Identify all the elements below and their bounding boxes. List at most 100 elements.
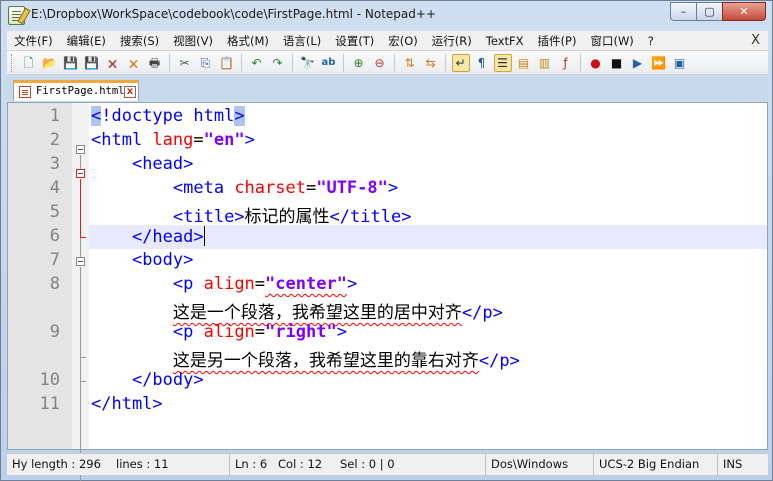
menu-edit[interactable]: 编辑(E) [60, 31, 113, 51]
fold-toggle-head-icon[interactable] [76, 169, 85, 178]
replace-icon[interactable]: ab [320, 54, 338, 72]
toolbar-separator [343, 53, 344, 72]
fold-line [80, 179, 81, 237]
undo-icon[interactable]: ↶ [248, 54, 266, 72]
code-line[interactable]: <title>标记的属性</title> [91, 202, 412, 227]
code-line[interactable]: <html lang="en"> [91, 130, 255, 150]
code-line[interactable]: </html> [91, 394, 163, 414]
doc-map-icon[interactable]: ▥ [536, 54, 554, 72]
line-number-gutter[interactable]: 1 2 3 4 5 6 7 8 9 10 11 [8, 103, 72, 449]
function-list-icon[interactable]: ƒ [557, 54, 575, 72]
code-token: <body> [131, 250, 194, 270]
menu-window[interactable]: 窗口(W) [583, 31, 640, 51]
code-token: "center" [265, 274, 347, 294]
word-wrap-icon[interactable]: ↵ [451, 53, 470, 72]
line-number: 9 [49, 322, 60, 342]
play-macro-icon[interactable]: ▶ [629, 54, 647, 72]
line-number: 1 [49, 106, 60, 126]
sync-vertical-icon[interactable]: ⇅ [401, 54, 419, 72]
fold-margin[interactable] [72, 103, 89, 481]
stop-macro-icon[interactable]: ■ [608, 54, 626, 72]
line-number: 5 [49, 202, 60, 222]
code-token: > [234, 106, 245, 126]
new-file-icon[interactable]: 🗋 [20, 54, 38, 72]
code-token: align [203, 322, 255, 342]
line-number: 3 [49, 154, 60, 174]
code-token: = [254, 322, 266, 342]
code-token: "UTF-8" [316, 178, 388, 198]
menu-macro[interactable]: 宏(O) [381, 31, 425, 51]
code-line[interactable]: 这是一个段落，我希望这里的居中对齐</p> [91, 298, 503, 323]
zoom-in-icon[interactable]: ⊕ [350, 54, 368, 72]
record-macro-icon[interactable]: ● [587, 54, 605, 72]
close-window-button[interactable]: ✕ [722, 2, 766, 21]
paste-icon[interactable]: 📋 [218, 54, 236, 72]
menu-run[interactable]: 运行(R) [425, 31, 479, 51]
code-line[interactable]: <body> [91, 250, 193, 270]
cut-icon[interactable]: ✂ [176, 54, 194, 72]
menu-format[interactable]: 格式(M) [220, 31, 276, 51]
toolbar-separator [169, 53, 170, 72]
redo-icon[interactable]: ↷ [269, 54, 287, 72]
line-number: 7 [49, 250, 60, 270]
menu-textfx[interactable]: TextFX [479, 31, 531, 51]
code-line[interactable]: <p align="center"> [91, 274, 357, 294]
show-all-chars-icon[interactable]: ¶ [473, 54, 491, 72]
status-line-number: Ln : 6 [229, 454, 273, 476]
close-all-icon[interactable]: 🗙 [125, 54, 143, 72]
code-token: align [203, 274, 255, 294]
code-line[interactable]: </head> [91, 226, 205, 247]
zoom-out-icon[interactable]: ⊖ [371, 54, 389, 72]
save-icon[interactable]: 💾 [62, 54, 80, 72]
run-macro-multiple-icon[interactable]: ⏩ [650, 54, 668, 72]
code-token: charset [234, 178, 306, 198]
code-line[interactable]: <head> [91, 154, 193, 174]
copy-icon[interactable]: ⎘ [197, 54, 215, 72]
toolbar-grip[interactable] [11, 53, 14, 72]
menu-help[interactable]: ? [641, 31, 661, 51]
notepadpp-app-icon[interactable] [8, 6, 25, 25]
menu-plugins[interactable]: 插件(P) [531, 31, 584, 51]
menu-view[interactable]: 视图(V) [166, 31, 220, 51]
user-lang-icon[interactable]: ▤ [515, 54, 533, 72]
code-line[interactable]: <p align="right"> [91, 322, 347, 342]
print-icon[interactable]: 🖶 [146, 54, 164, 72]
indent-guide-icon[interactable]: ☰ [493, 53, 512, 72]
line-number: 4 [49, 178, 60, 198]
sync-horizontal-icon[interactable]: ⇆ [422, 54, 440, 72]
fold-line [80, 267, 81, 481]
menu-settings[interactable]: 设置(T) [328, 31, 381, 51]
code-line[interactable]: <meta charset="UTF-8"> [91, 178, 398, 198]
save-all-icon[interactable]: 💾 [83, 54, 101, 72]
close-file-icon[interactable]: 🗙 [104, 54, 122, 72]
code-line[interactable]: </body> [91, 370, 204, 390]
menu-language[interactable]: 语言(L) [276, 31, 328, 51]
code-line[interactable]: 这是另一个段落，我希望这里的靠右对齐</p> [91, 346, 520, 371]
minimize-button[interactable]: – [670, 2, 697, 21]
code-line[interactable]: <!doctype html> [91, 106, 245, 126]
code-token: > [387, 178, 399, 198]
tab-firstpage-html[interactable]: FirstPage.html x [13, 80, 139, 101]
close-document-button[interactable]: X [751, 33, 760, 48]
editor[interactable]: 1 2 3 4 5 6 7 8 9 10 11 <!doctype html> <html lang=… [7, 102, 768, 481]
maximize-button[interactable]: ▢ [696, 2, 723, 21]
status-lines: lines : 11 [116, 457, 169, 471]
code-area[interactable]: <!doctype html> <html lang="en"> <head> <… [89, 103, 767, 449]
save-macro-icon[interactable]: ▣ [671, 54, 689, 72]
status-insert-mode: INS [717, 454, 768, 476]
fold-toggle-html-icon[interactable] [76, 145, 85, 154]
find-icon[interactable]: 🔭 [299, 54, 317, 72]
menu-search[interactable]: 搜索(S) [113, 31, 166, 51]
menu-file[interactable]: 文件(F) [7, 31, 60, 51]
tab-close-icon[interactable]: x [124, 86, 136, 98]
title-bar[interactable]: E:\Dropbox\WorkSpace\codebook\code\First… [1, 1, 772, 30]
fold-toggle-body-icon[interactable] [76, 257, 85, 266]
open-file-icon[interactable]: 📂 [41, 54, 59, 72]
code-token: = [305, 178, 317, 198]
line-number: 8 [49, 274, 60, 294]
